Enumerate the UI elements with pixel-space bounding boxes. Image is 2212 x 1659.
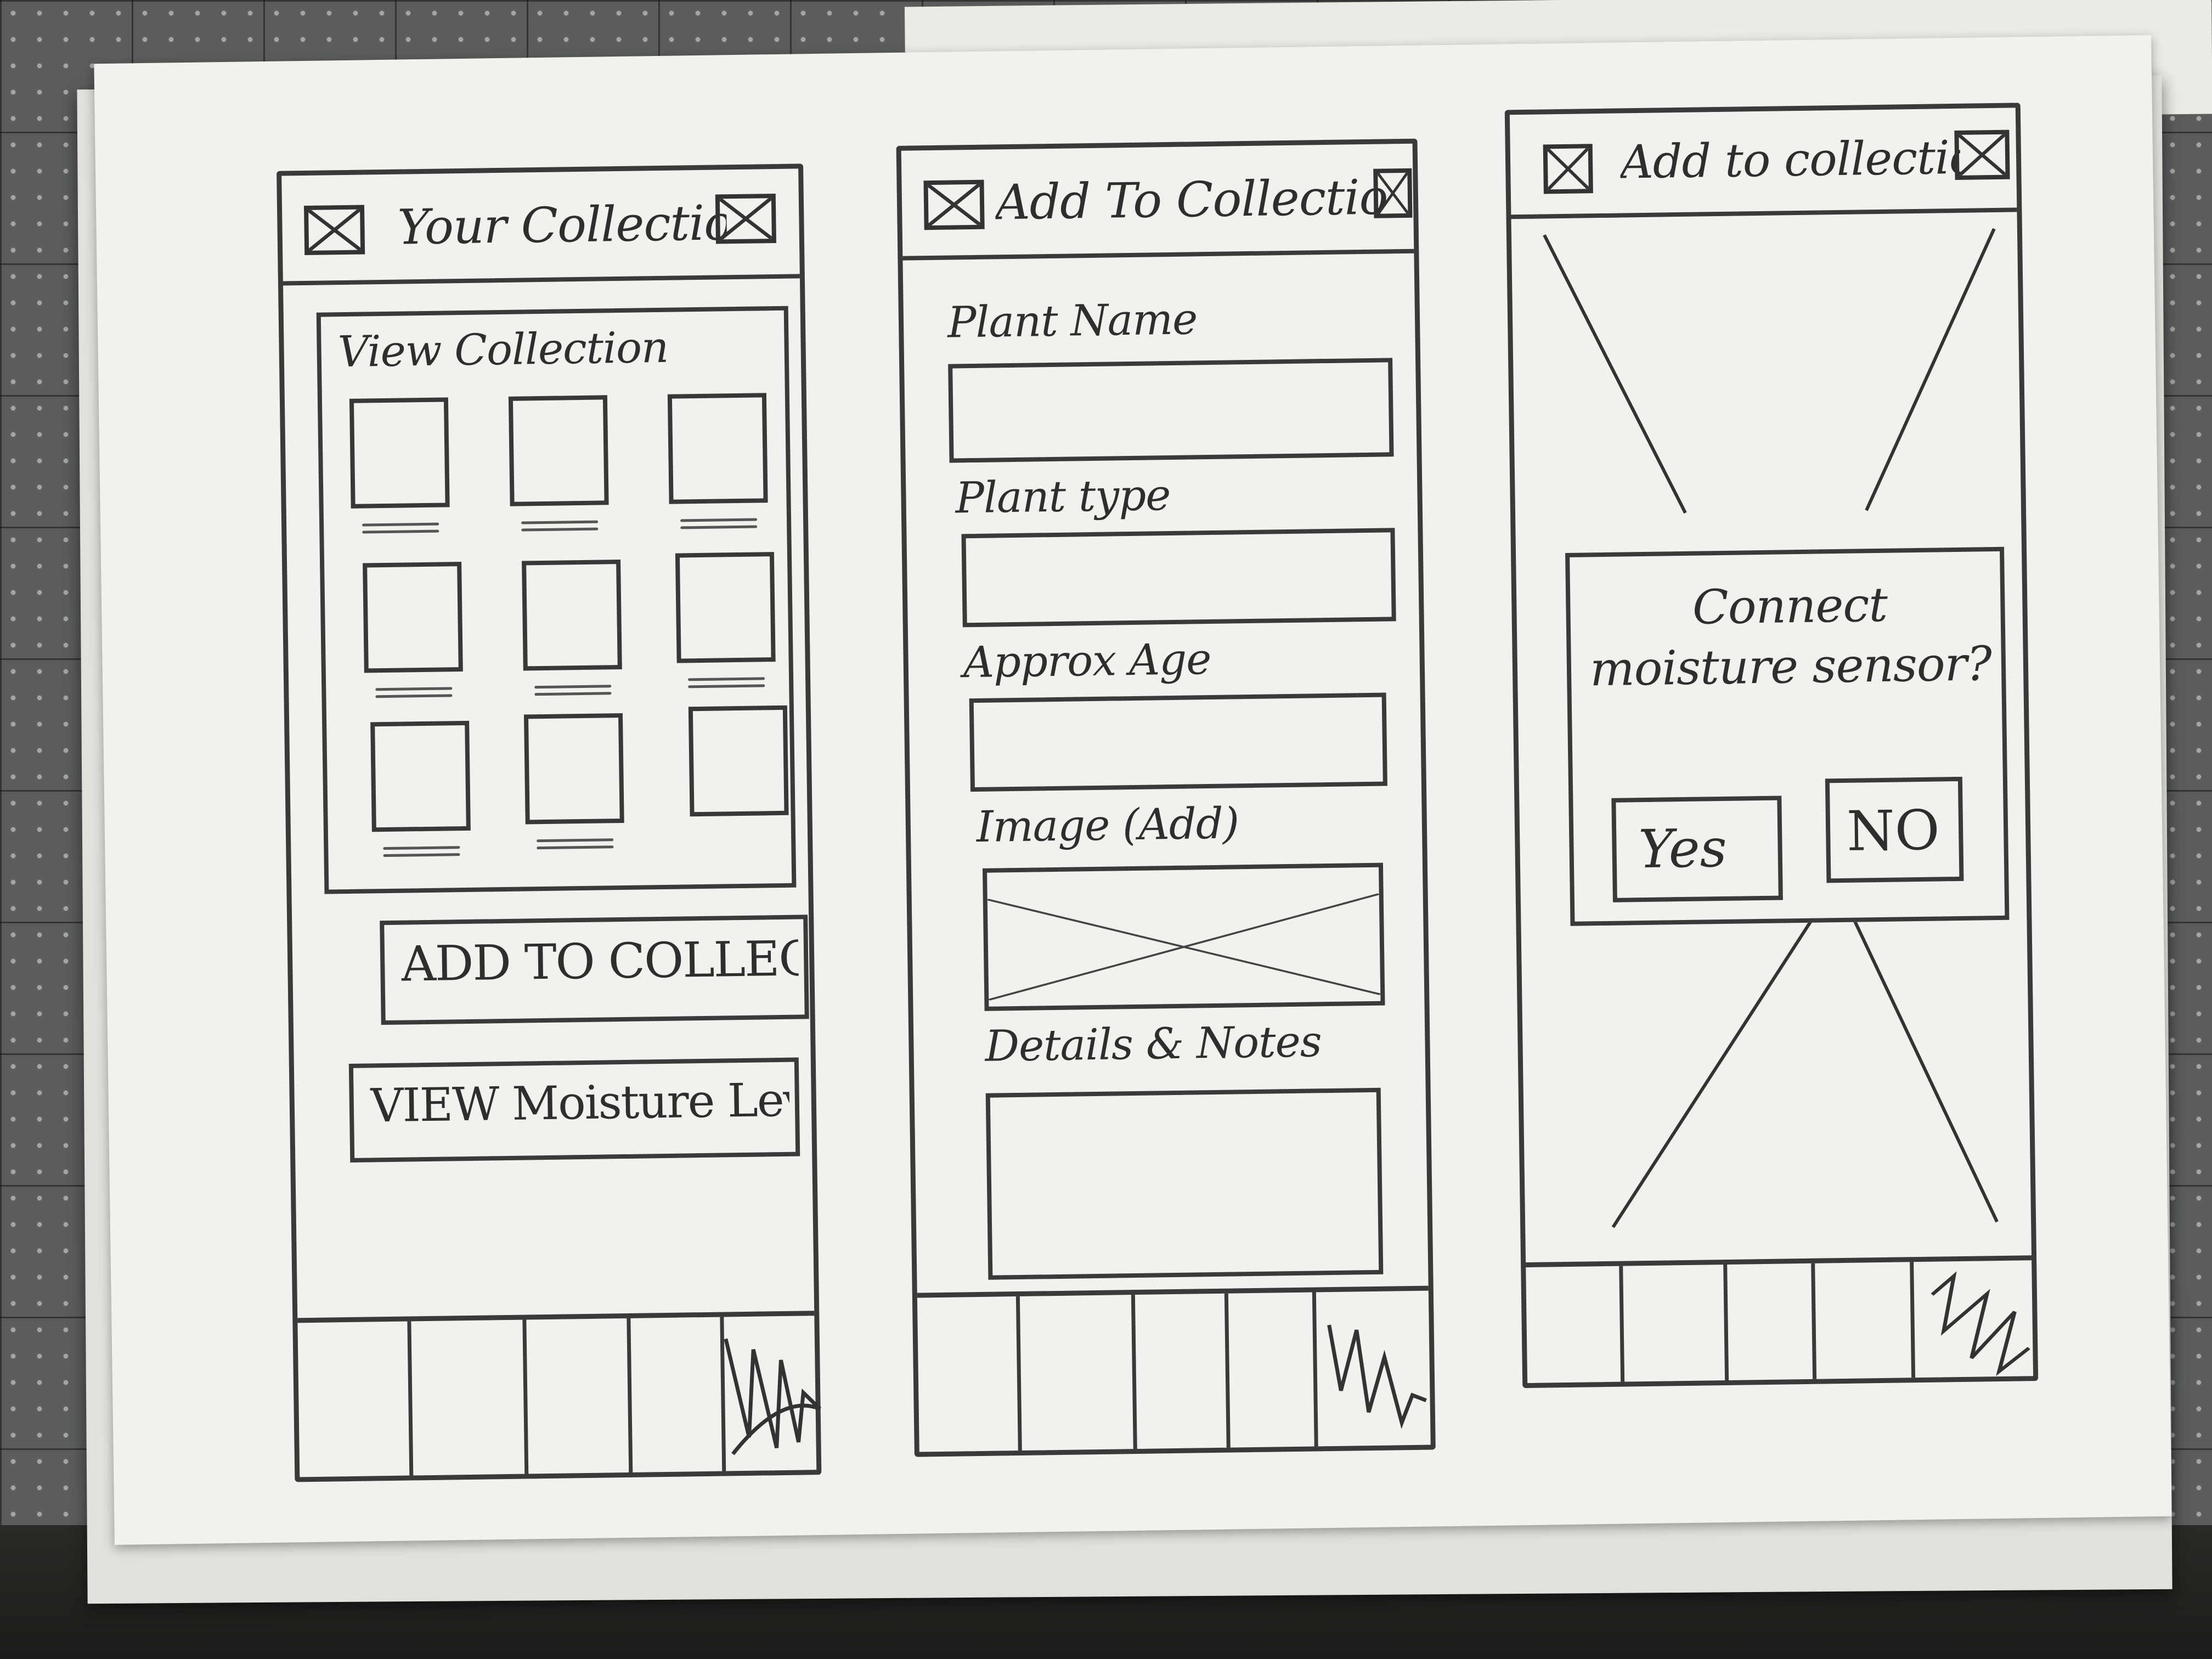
settings-placeholder-icon[interactable]: [715, 193, 777, 244]
nav-divider: [1224, 1293, 1231, 1448]
nav-divider: [1312, 1292, 1318, 1447]
settings-placeholder-icon[interactable]: [1373, 168, 1413, 218]
plant-caption: [537, 834, 614, 857]
yes-button[interactable]: Yes: [1611, 795, 1783, 902]
plant-thumbnail[interactable]: [688, 705, 789, 817]
bottom-nav-bar: [297, 1311, 822, 1477]
approx-age-label: Approx Age: [963, 634, 1211, 688]
details-textarea[interactable]: [985, 1087, 1384, 1280]
nav-divider: [407, 1321, 414, 1476]
plant-thumbnail[interactable]: [675, 552, 776, 663]
app-header: Add To Collection: [901, 143, 1414, 261]
yes-button-label: Yes: [1638, 817, 1728, 881]
bottom-nav-bar: [917, 1285, 1431, 1452]
scribble-icon[interactable]: [1921, 1266, 2032, 1377]
plant-caption: [383, 842, 460, 865]
plant-thumbnail[interactable]: [370, 720, 471, 832]
add-to-collection-button[interactable]: ADD TO COLLECTION: [380, 915, 809, 1025]
no-button-label: NO: [1846, 798, 1940, 864]
plant-thumbnail[interactable]: [363, 562, 463, 673]
app-header: Add to collection: [1509, 108, 2017, 219]
collection-panel: View Collection: [316, 306, 797, 894]
nav-divider: [1811, 1263, 1817, 1379]
connect-sensor-dialog: Connect moisture sensor? Yes NO: [1565, 546, 2010, 926]
plant-caption: [534, 680, 612, 703]
phone-screen-add-to-collection: Add To Collection Plant Name Plant type …: [896, 138, 1436, 1457]
no-button[interactable]: NO: [1825, 776, 1964, 883]
nav-divider: [1015, 1296, 1022, 1451]
plant-thumbnail[interactable]: [667, 393, 768, 504]
dialog-message: Connect moisture sensor?: [1589, 577, 1992, 697]
plant-caption: [521, 516, 599, 539]
plant-type-input[interactable]: [961, 528, 1396, 628]
menu-placeholder-icon[interactable]: [923, 179, 985, 230]
plant-name-input[interactable]: [948, 358, 1394, 463]
phone-screen-sensor-dialog: Add to collection Connect moisture senso…: [1504, 103, 2039, 1389]
sketch-paper: Your Collection View Collection ADD TO C…: [94, 35, 2172, 1545]
plant-type-label: Plant type: [955, 470, 1171, 523]
nav-divider: [1131, 1295, 1137, 1449]
view-moisture-button[interactable]: VIEW Moisture Levels: [348, 1057, 800, 1163]
plant-thumbnail[interactable]: [522, 559, 622, 671]
image-upload-placeholder[interactable]: [982, 862, 1385, 1011]
plant-caption: [680, 514, 758, 537]
phone-screen-your-collection: Your Collection View Collection ADD TO C…: [276, 163, 822, 1482]
page-title: Add To Collection: [995, 168, 1391, 231]
details-label: Details & Notes: [984, 1017, 1322, 1071]
plant-thumbnail[interactable]: [508, 395, 609, 506]
plant-thumbnail[interactable]: [349, 397, 450, 509]
add-to-collection-label: ADD TO COLLECTION: [400, 930, 799, 992]
nav-divider: [1910, 1262, 1916, 1378]
bottom-nav-bar: [1526, 1255, 2034, 1384]
nav-divider: [627, 1318, 633, 1472]
nav-divider: [1619, 1266, 1625, 1382]
scribble-icon[interactable]: [1318, 1302, 1429, 1435]
page-title: Your Collection: [397, 194, 727, 256]
page-title: Add to collection: [1620, 130, 1961, 189]
app-header: Your Collection: [281, 168, 800, 286]
settings-placeholder-icon[interactable]: [1954, 129, 2010, 180]
image-label: Image (Add): [976, 799, 1239, 852]
plant-name-label: Plant Name: [947, 295, 1198, 348]
scribble-icon[interactable]: [715, 1327, 826, 1460]
plant-caption: [688, 673, 765, 696]
plant-thumbnail[interactable]: [523, 713, 624, 825]
plant-caption: [375, 682, 453, 706]
plant-caption: [362, 518, 439, 541]
approx-age-input[interactable]: [969, 692, 1387, 792]
nav-divider: [1723, 1264, 1729, 1381]
view-moisture-label: VIEW Moisture Levels: [370, 1073, 790, 1133]
section-title: View Collection: [337, 323, 669, 377]
nav-divider: [522, 1319, 529, 1474]
menu-placeholder-icon[interactable]: [1543, 144, 1593, 194]
menu-placeholder-icon[interactable]: [303, 205, 365, 255]
